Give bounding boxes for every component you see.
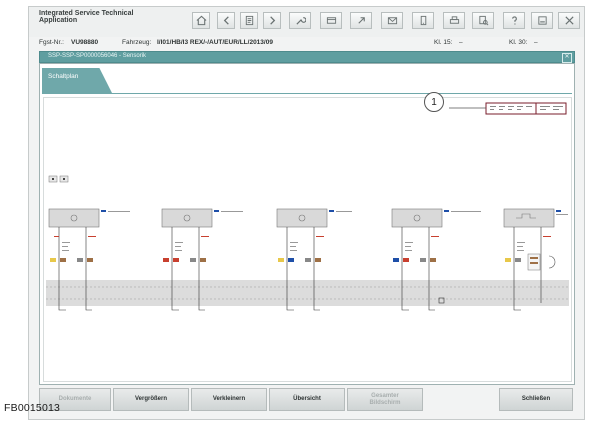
tab-underline — [42, 93, 572, 94]
app-window: Integrated Service Technical Application… — [28, 6, 585, 420]
content-panel: Schaltplan — [39, 63, 575, 385]
vehicle-label: Fahrzeug: — [122, 39, 152, 46]
schliessen-button[interactable]: Schließen — [499, 388, 573, 411]
home-button[interactable] — [192, 12, 210, 29]
gesamter-bildschirm-line2: Bildschirm — [369, 399, 401, 406]
breadcrumb-bar: SSP-SSP-SP0000056046 - Sensorik ✕ — [39, 51, 575, 63]
card-button[interactable] — [320, 12, 342, 29]
back-button[interactable] — [217, 12, 235, 29]
wrench-icon — [295, 17, 306, 25]
kl30-label: Kl. 30: — [509, 39, 528, 46]
help-button[interactable] — [503, 12, 525, 29]
diagram-small-controls — [48, 175, 69, 183]
card-icon — [326, 17, 336, 24]
callout-marker: 1 — [424, 92, 444, 112]
tab-schaltplan[interactable]: Schaltplan — [42, 68, 112, 93]
app-title: Integrated Service Technical Application — [39, 10, 134, 24]
verkleinern-button[interactable]: Verkleinern — [191, 388, 267, 411]
breadcrumb: SSP-SSP-SP0000056046 - Sensorik — [48, 53, 147, 59]
forward-button[interactable] — [263, 12, 281, 29]
gesamter-bildschirm-button[interactable]: Gesamter Bildschirm — [347, 388, 423, 411]
forward-icon — [269, 16, 275, 25]
wiring-diagram[interactable] — [43, 97, 572, 382]
ground-strip — [46, 280, 569, 306]
wrench-button[interactable] — [289, 12, 311, 29]
wiring-diagram-svg — [46, 102, 569, 311]
kl15-label: Kl. 15: — [434, 39, 453, 46]
uebersicht-button[interactable]: Übersicht — [269, 388, 345, 411]
home-icon — [196, 15, 206, 26]
phone-icon — [420, 15, 426, 26]
search-doc-button[interactable] — [472, 12, 494, 29]
search-doc-icon — [478, 15, 488, 26]
fgst-label: Fgst-Nr.: — [39, 39, 64, 46]
diagram-legend-box — [449, 102, 567, 115]
mail-button[interactable] — [381, 12, 403, 29]
vehicle-value: I/I01/HB/I3 REX/-/AUT/EUR/LL/2013/09 — [157, 39, 273, 46]
print-icon — [449, 16, 459, 24]
bottom-action-bar: Dokumente Vergrößern Verkleinern Übersic… — [39, 388, 575, 412]
phone-button[interactable] — [412, 12, 434, 29]
vehicle-info-bar: Fgst-Nr.: VU98880 Fahrzeug: I/I01/HB/I3 … — [29, 37, 584, 49]
close-icon — [564, 16, 574, 25]
print-button[interactable] — [443, 12, 465, 29]
mail-icon — [387, 17, 397, 25]
fgst-value: VU98880 — [71, 39, 99, 46]
minimize-icon — [537, 16, 547, 25]
vergroessern-button[interactable]: Vergrößern — [113, 388, 189, 411]
document-button[interactable] — [240, 12, 258, 29]
close-panel-icon[interactable]: ✕ — [562, 53, 572, 63]
figure-id: FB0015013 — [4, 402, 61, 414]
kl30-value: – — [534, 39, 538, 46]
gesamter-bildschirm-line1: Gesamter — [371, 392, 399, 399]
document-icon — [245, 15, 253, 26]
kl15-value: – — [459, 39, 463, 46]
close-button[interactable] — [558, 12, 580, 29]
title-bar: Integrated Service Technical Application — [29, 7, 584, 37]
back-icon — [223, 16, 229, 25]
help-icon — [511, 16, 517, 25]
link-button[interactable] — [350, 12, 372, 29]
minimize-button[interactable] — [531, 12, 553, 29]
link-icon — [357, 17, 365, 24]
